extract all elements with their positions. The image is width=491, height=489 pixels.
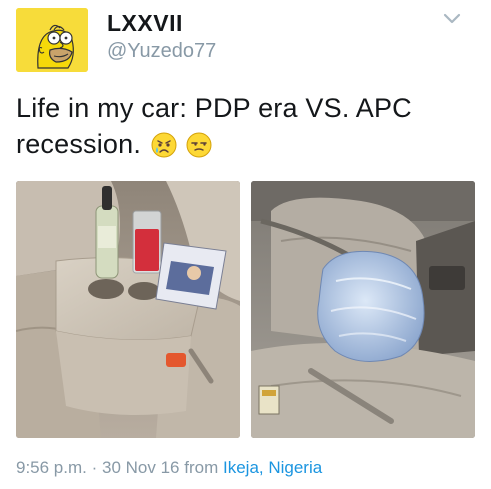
meta-separator: · — [91, 458, 98, 477]
from-label: from — [184, 458, 219, 477]
tweet-body: Life in my car: PDP era VS. APC recessio… — [16, 93, 412, 159]
car-seat-water-image — [251, 181, 475, 438]
tweet-meta: 9:56 p.m. · 30 Nov 16 from Ikeja, Nigeri… — [16, 458, 322, 478]
apc-recession-photo[interactable] — [251, 181, 475, 438]
tweet-header: LXXVII @Yuzedo77 — [16, 4, 476, 74]
pdp-era-photo[interactable] — [16, 181, 240, 438]
tweet-date[interactable]: 30 Nov 16 — [102, 458, 180, 477]
tweet-text: Life in my car: PDP era VS. APC recessio… — [16, 90, 476, 162]
location-link[interactable]: Ikeja, Nigeria — [223, 458, 322, 477]
homer-avatar-icon — [16, 8, 88, 72]
chevron-down-icon[interactable] — [442, 12, 462, 26]
display-name[interactable]: LXXVII — [107, 10, 183, 37]
tweet-time[interactable]: 9:56 p.m. — [16, 458, 87, 477]
car-console-image — [16, 181, 240, 438]
user-handle[interactable]: @Yuzedo77 — [107, 40, 216, 63]
unamused-face-emoji — [186, 131, 212, 158]
crying-face-emoji — [151, 131, 177, 158]
user-avatar[interactable] — [16, 8, 88, 72]
